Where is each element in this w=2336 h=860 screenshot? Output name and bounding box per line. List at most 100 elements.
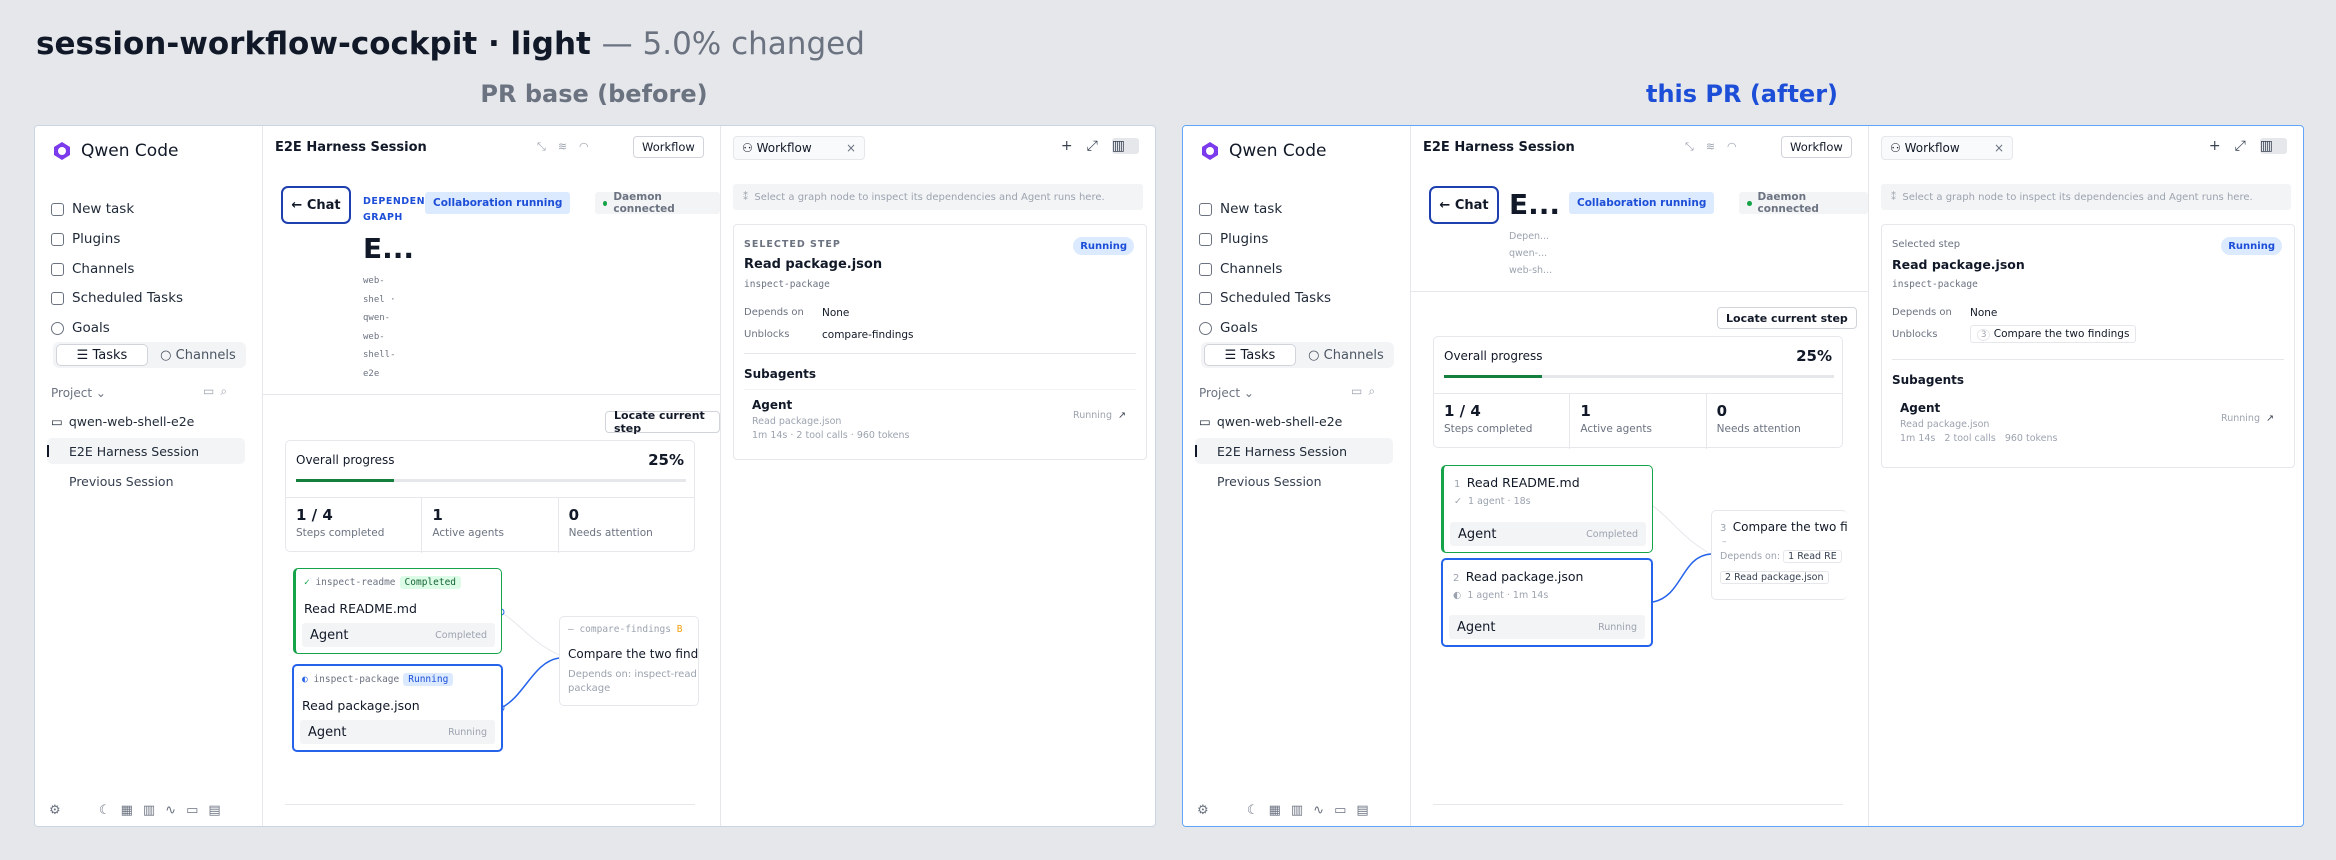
tab-tasks[interactable]: ☰ Tasks	[1204, 344, 1296, 366]
workflow-tab[interactable]: ⚇ Workflow ×	[733, 136, 865, 160]
agent-row: Agent Running	[300, 720, 495, 744]
nav-channels[interactable]: Channels	[1199, 256, 1282, 282]
sidebar-toggle-icon[interactable]: ▥	[1111, 138, 1139, 154]
expand-icon[interactable]: ⤢	[1087, 138, 1112, 154]
session-item-active[interactable]: E2E Harness Session	[47, 438, 245, 464]
session-item[interactable]: Previous Session	[1199, 468, 1322, 494]
project-dropdown[interactable]: Project ⌄	[1199, 386, 1254, 400]
before-panel: Qwen Code New task Plugins Channels Sche…	[34, 125, 1156, 827]
workflow-tab[interactable]: ⚇ Workflow ×	[1881, 136, 2013, 160]
close-icon[interactable]: ×	[846, 141, 856, 155]
nav-plugins[interactable]: Plugins	[1199, 226, 1268, 252]
settings-icon[interactable]: ⚙	[1197, 803, 1219, 818]
divider	[1433, 804, 1843, 805]
tab-channels[interactable]: ○ Channels	[153, 344, 243, 366]
layout-icon[interactable]: ▤	[208, 803, 230, 818]
graph-node-readme[interactable]: ✓ inspect-readme Completed Read README.md…	[293, 568, 502, 654]
after-label: this PR (after)	[1645, 80, 1838, 108]
node-title: Read package.json	[302, 698, 420, 713]
external-link-icon[interactable]: ↗	[1118, 410, 1126, 421]
grid-icon[interactable]: ▦	[1269, 803, 1291, 818]
workflow-panel: ⚇ Workflow × +⤢▥ ⁑ Select a graph node to…	[1869, 126, 2303, 826]
brand[interactable]: Qwen Code	[1199, 138, 1326, 164]
nav-goals[interactable]: Goals	[51, 315, 110, 341]
nav-new-task[interactable]: New task	[51, 196, 134, 222]
folder-plus-icon[interactable]: ▭	[1351, 384, 1368, 398]
activity-icon[interactable]: ∿	[165, 803, 186, 818]
pending-icon: –	[568, 624, 580, 635]
plus-icon[interactable]: +	[1061, 138, 1087, 154]
node-title: Compare the two findi	[568, 647, 699, 661]
tab-channels[interactable]: ○ Channels	[1301, 344, 1391, 366]
project-actions: ▭⌕	[1351, 384, 1381, 399]
page-subtitle: — 5.0% changed	[601, 26, 865, 62]
sidebar-toggle-icon[interactable]: ▥	[2259, 138, 2287, 154]
node-title: Compare the two fi	[1732, 520, 1847, 534]
edit-icon	[1199, 202, 1212, 216]
session-panel: E2E Harness Session ⤡≋◠ Workflow ← Chat …	[263, 126, 721, 826]
nav-plugins[interactable]: Plugins	[51, 226, 120, 252]
layout-icon[interactable]: ▤	[1356, 803, 1378, 818]
divider	[285, 804, 695, 805]
selected-step-card: SELECTED STEP Running Read package.json …	[733, 224, 1147, 460]
goals-icon	[51, 321, 64, 335]
graph-node-compare[interactable]: – compare-findings B Compare the two fin…	[559, 616, 699, 706]
plus-icon[interactable]: +	[2209, 138, 2235, 154]
nav-channels[interactable]: Channels	[51, 256, 134, 282]
subagents-heading: Subagents	[1892, 373, 1965, 387]
graph-node-compare[interactable]: 3 Compare the two fi – Depends on: 1 Rea…	[1711, 510, 1847, 600]
plugins-icon	[51, 232, 64, 246]
brand[interactable]: Qwen Code	[51, 138, 178, 164]
status-badge: Running	[1073, 237, 1134, 255]
nav-goals[interactable]: Goals	[1199, 315, 1258, 341]
folder-open-icon[interactable]: ▭	[1334, 803, 1356, 818]
graph-node-package[interactable]: 2 Read package.json ◐ 1 agent · 1m 14s A…	[1441, 558, 1653, 647]
search-icon[interactable]: ⌕	[1368, 384, 1381, 398]
external-link-icon[interactable]: ↗	[2266, 413, 2274, 424]
half-circle-icon: ◐	[302, 674, 314, 685]
depends-value: None	[822, 307, 850, 319]
unblocks-chip[interactable]: 3 Compare the two findings	[1970, 325, 2137, 343]
session-item[interactable]: Previous Session	[51, 468, 174, 494]
chat-bubble-icon: ○	[160, 347, 176, 363]
session-panel: E2E Harness Session ⤡≋◠ Workflow ← Chat …	[1411, 126, 1869, 826]
nav-scheduled-tasks[interactable]: Scheduled Tasks	[51, 285, 183, 311]
expand-icon[interactable]: ⤢	[2235, 138, 2260, 154]
settings-icon[interactable]: ⚙	[49, 803, 71, 818]
tasks-icon: ☰	[76, 347, 93, 363]
nav-new-task[interactable]: New task	[1199, 196, 1282, 222]
repo-item[interactable]: ▭ qwen-web-shell-e2e	[1199, 408, 1342, 434]
activity-icon[interactable]: ∿	[1313, 803, 1334, 818]
nav-scheduled-tasks[interactable]: Scheduled Tasks	[1199, 285, 1331, 311]
workflow-icon: ⚇	[1890, 141, 1905, 155]
search-icon[interactable]: ⌕	[220, 384, 233, 398]
step-id: inspect-package	[1892, 279, 1978, 290]
theme-icon[interactable]: ☾	[1247, 803, 1269, 818]
workflow-icon: ⚇	[742, 141, 757, 155]
dependency-chip[interactable]: 1 Read RE	[1783, 550, 1842, 563]
graph-node-readme[interactable]: 1 Read README.md ✓ 1 agent · 18s Agent Co…	[1441, 465, 1653, 553]
project-actions: ▭⌕	[203, 384, 233, 399]
close-icon[interactable]: ×	[1994, 141, 2004, 155]
subagent-row[interactable]: Agent Read package.json 1m 14s 2 tool ca…	[1892, 393, 2284, 453]
subagent-row[interactable]: Agent Read package.json 1m 14s · 2 tool …	[744, 389, 1136, 445]
panel-icon[interactable]: ▥	[1291, 803, 1313, 818]
unblocks-value: compare-findings	[822, 329, 914, 341]
dependency-chip[interactable]: 2 Read package.json	[1720, 571, 1829, 584]
theme-icon[interactable]: ☾	[99, 803, 121, 818]
chat-bubble-icon: ○	[1308, 347, 1324, 363]
panel-icon[interactable]: ▥	[143, 803, 165, 818]
folder-open-icon[interactable]: ▭	[186, 803, 208, 818]
graph-hint: ⁑ Select a graph node to inspect its dep…	[733, 184, 1143, 210]
subagents-heading: Subagents	[744, 367, 817, 381]
panel-actions: +⤢▥	[1061, 138, 1139, 154]
repo-item[interactable]: ▭ qwen-web-shell-e2e	[51, 408, 194, 434]
graph-node-package[interactable]: ◐ inspect-package Running Read package.js…	[292, 664, 503, 752]
folder-plus-icon[interactable]: ▭	[203, 384, 220, 398]
session-item-active[interactable]: E2E Harness Session	[1195, 438, 1393, 464]
half-circle-icon: ◐	[1453, 590, 1468, 601]
tab-tasks[interactable]: ☰ Tasks	[56, 344, 148, 366]
tasks-icon: ☰	[1224, 347, 1241, 363]
project-dropdown[interactable]: Project ⌄	[51, 386, 106, 400]
grid-icon[interactable]: ▦	[121, 803, 143, 818]
